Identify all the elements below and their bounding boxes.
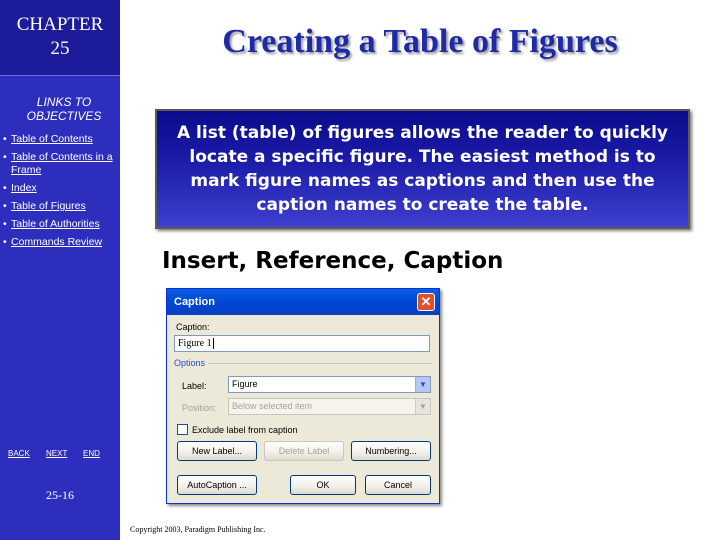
position-select[interactable]: Below selected item ▼ [228, 398, 431, 415]
sidebar: CHAPTER 25 LINKS TO OBJECTIVES Table of … [0, 0, 120, 540]
links-heading-line1: LINKS TO [36, 95, 92, 109]
link-commands-review[interactable]: Commands Review [11, 236, 102, 248]
label-select-value: Figure [232, 379, 258, 389]
options-divider [174, 363, 432, 364]
chevron-down-icon[interactable]: ▼ [415, 399, 430, 414]
links-heading: LINKS TO OBJECTIVES [0, 95, 128, 123]
description-text: A list (table) of figures allows the rea… [176, 123, 669, 215]
link-table-of-contents[interactable]: Table of Contents [11, 133, 93, 145]
caption-input[interactable]: Figure 1 [174, 335, 430, 352]
link-item: Table of Contents [3, 133, 121, 146]
numbering-button[interactable]: Numbering... [351, 441, 431, 461]
position-label: Position: [182, 403, 217, 413]
next-button[interactable]: NEXT [46, 448, 67, 460]
exclude-label-checkbox[interactable] [177, 424, 188, 435]
link-table-of-authorities[interactable]: Table of Authorities [11, 218, 100, 230]
dialog-title: Caption [174, 296, 215, 308]
label-select[interactable]: Figure ▼ [228, 376, 431, 393]
dialog-titlebar[interactable]: Caption ✕ [167, 289, 439, 315]
delete-label-button[interactable]: Delete Label [264, 441, 344, 461]
chevron-down-icon[interactable]: ▼ [415, 377, 430, 392]
exclude-label-text: Exclude label from caption [192, 425, 298, 435]
cancel-button[interactable]: Cancel [365, 475, 431, 495]
copyright-text: Copyright 2003, Paradigm Publishing Inc. [130, 525, 266, 534]
ok-button[interactable]: OK [290, 475, 356, 495]
link-item: Table of Authorities [3, 218, 121, 231]
end-button[interactable]: END [83, 448, 100, 460]
close-icon[interactable]: ✕ [417, 293, 435, 311]
caption-label: Caption: [176, 322, 210, 332]
menu-path: Insert, Reference, Caption [162, 248, 504, 274]
caption-dialog: Caption ✕ Caption: Figure 1 Options Labe… [166, 288, 440, 504]
description-box: A list (table) of figures allows the rea… [155, 109, 690, 229]
link-item: Table of Figures [3, 200, 121, 213]
new-label-button[interactable]: New Label... [177, 441, 257, 461]
link-item: Index [3, 182, 121, 195]
chapter-number: 25 [50, 38, 70, 59]
caption-value: Figure 1 [178, 338, 212, 349]
options-label: Options [174, 358, 209, 368]
slide-title: Creating a Table of Figures [222, 23, 618, 60]
label-label: Label: [182, 381, 207, 391]
chapter-box: CHAPTER 25 [0, 0, 120, 76]
objective-links: Table of Contents Table of Contents in a… [3, 133, 121, 254]
autocaption-button[interactable]: AutoCaption ... [177, 475, 257, 495]
text-cursor [212, 338, 214, 349]
position-select-value: Below selected item [232, 401, 313, 411]
link-index[interactable]: Index [11, 182, 37, 194]
page-number: 25-16 [46, 488, 74, 502]
chapter-label: CHAPTER [16, 14, 104, 35]
link-table-of-contents-frame[interactable]: Table of Contents in a Frame [11, 151, 113, 176]
link-item: Commands Review [3, 236, 121, 249]
link-table-of-figures[interactable]: Table of Figures [11, 200, 86, 212]
back-button[interactable]: BACK [8, 448, 30, 460]
links-heading-line2: OBJECTIVES [26, 109, 102, 123]
link-item: Table of Contents in a Frame [3, 151, 121, 177]
